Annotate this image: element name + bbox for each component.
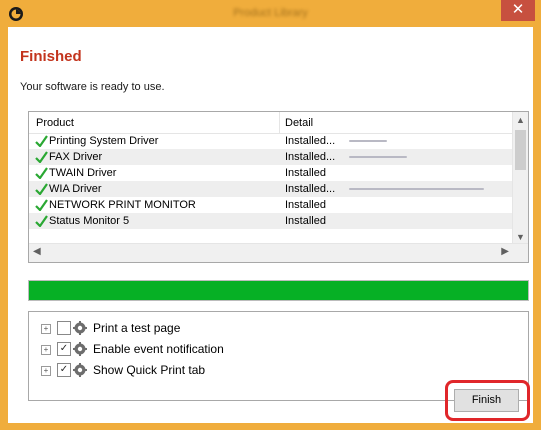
title-bar[interactable]: Product Library ✕ bbox=[0, 0, 541, 27]
list-row[interactable]: Status Monitor 5 Installed bbox=[29, 213, 515, 229]
product-detail: Installed... bbox=[285, 135, 336, 147]
green-check-icon bbox=[35, 135, 48, 147]
list-row[interactable]: Printing System Driver Installed... bbox=[29, 133, 515, 149]
product-name: WIA Driver bbox=[49, 183, 102, 195]
expand-icon[interactable]: + bbox=[41, 324, 51, 334]
column-header-detail[interactable]: Detail bbox=[285, 117, 313, 129]
finish-button[interactable]: Finish bbox=[454, 389, 519, 412]
option-show-quick-print-tab[interactable]: + ✓ Show Quick Print tab bbox=[29, 362, 509, 380]
list-row[interactable]: FAX Driver Installed... bbox=[29, 149, 515, 165]
gear-icon bbox=[73, 342, 87, 356]
show-quick-print-tab-checkbox[interactable]: ✓ bbox=[57, 363, 71, 377]
progress-fill bbox=[29, 281, 528, 300]
scroll-right-icon[interactable]: ▶ bbox=[501, 246, 509, 257]
product-name: Status Monitor 5 bbox=[49, 215, 130, 227]
redacted-detail bbox=[349, 188, 484, 190]
product-name: TWAIN Driver bbox=[49, 167, 117, 179]
installer-window: Product Library ✕ Finished Your software… bbox=[0, 0, 541, 430]
expand-icon[interactable]: + bbox=[41, 366, 51, 376]
product-name: FAX Driver bbox=[49, 151, 103, 163]
content-area: Finished Your software is ready to use. … bbox=[8, 27, 533, 423]
list-header: Product Detail bbox=[29, 112, 513, 134]
gear-icon bbox=[73, 321, 87, 335]
product-detail: Installed... bbox=[285, 151, 336, 163]
gear-icon bbox=[73, 363, 87, 377]
horizontal-scrollbar[interactable]: ◀ ▶ bbox=[29, 243, 528, 262]
product-detail: Installed bbox=[285, 215, 326, 227]
option-label: Show Quick Print tab bbox=[93, 363, 206, 377]
vertical-scrollbar[interactable]: ▲ ▼ bbox=[512, 112, 528, 245]
product-detail: Installed bbox=[285, 167, 326, 179]
column-separator[interactable] bbox=[279, 112, 280, 133]
vertical-scroll-thumb[interactable] bbox=[515, 130, 526, 170]
list-row[interactable]: WIA Driver Installed... bbox=[29, 181, 515, 197]
green-check-icon bbox=[35, 167, 48, 179]
enable-event-notification-checkbox[interactable]: ✓ bbox=[57, 342, 71, 356]
option-label: Print a test page bbox=[93, 321, 181, 335]
list-rows: Printing System Driver Installed... FAX … bbox=[29, 133, 515, 235]
green-check-icon bbox=[35, 199, 48, 211]
list-row[interactable]: TWAIN Driver Installed bbox=[29, 165, 515, 181]
option-enable-event-notification[interactable]: + ✓ Enable event notification bbox=[29, 341, 509, 359]
scroll-up-icon[interactable]: ▲ bbox=[516, 115, 525, 125]
page-title: Finished bbox=[20, 48, 82, 65]
green-check-icon bbox=[35, 215, 48, 227]
option-label: Enable event notification bbox=[93, 342, 224, 356]
product-name: NETWORK PRINT MONITOR bbox=[49, 199, 196, 211]
close-button[interactable]: ✕ bbox=[501, 0, 535, 21]
expand-icon[interactable]: + bbox=[41, 345, 51, 355]
product-detail: Installed... bbox=[285, 183, 336, 195]
column-header-product[interactable]: Product bbox=[36, 117, 74, 129]
redacted-detail bbox=[349, 140, 387, 142]
option-print-test-page[interactable]: + Print a test page bbox=[29, 320, 509, 338]
redacted-detail bbox=[349, 156, 407, 158]
scroll-down-icon[interactable]: ▼ bbox=[516, 232, 525, 242]
product-detail: Installed bbox=[285, 199, 326, 211]
list-row[interactable]: NETWORK PRINT MONITOR Installed bbox=[29, 197, 515, 213]
print-test-page-checkbox[interactable] bbox=[57, 321, 71, 335]
green-check-icon bbox=[35, 183, 48, 195]
progress-bar bbox=[28, 280, 529, 301]
window-title: Product Library bbox=[233, 7, 308, 19]
page-subtitle: Your software is ready to use. bbox=[20, 81, 165, 93]
scroll-left-icon[interactable]: ◀ bbox=[33, 246, 41, 257]
green-check-icon bbox=[35, 151, 48, 163]
product-list[interactable]: Product Detail Printing System Driver In… bbox=[28, 111, 529, 263]
product-name: Printing System Driver bbox=[49, 135, 159, 147]
